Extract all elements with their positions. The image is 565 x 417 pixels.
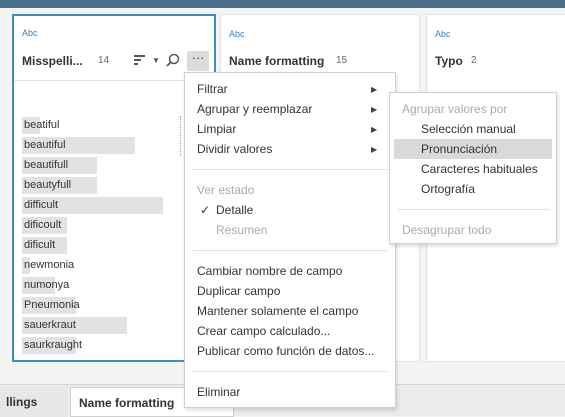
- value-label: difficult: [24, 199, 59, 211]
- value-label: beautifull: [24, 159, 69, 171]
- chevron-down-icon[interactable]: ▼: [152, 54, 160, 68]
- menu-item-detalle[interactable]: Detalle: [185, 200, 253, 220]
- tab-misspellings[interactable]: llings: [0, 387, 68, 417]
- submenu-item-spelling[interactable]: Ortografía: [394, 179, 552, 199]
- menu-item-filtrar[interactable]: Filtrar: [185, 79, 395, 99]
- value-label: dificult: [24, 239, 56, 251]
- menu-divider: [193, 371, 387, 372]
- submenu-arrow-icon: ▶: [371, 105, 378, 114]
- value-label: beautiful: [24, 139, 66, 151]
- submenu-item-pronunciation[interactable]: Pronunciación: [394, 139, 552, 159]
- more-icon[interactable]: ···: [187, 51, 209, 71]
- list-item[interactable]: Pneumonia: [22, 297, 172, 314]
- list-item[interactable]: newmonia: [22, 257, 172, 274]
- value-label: newmonia: [24, 259, 75, 271]
- value-label: numonya: [24, 279, 70, 291]
- sort-icon[interactable]: [134, 54, 146, 69]
- type-tag: Abc: [22, 28, 38, 38]
- group-submenu: Agrupar valores por Selección manual Pro…: [389, 92, 557, 244]
- menu-item-delete[interactable]: Eliminar: [185, 382, 240, 402]
- list-item[interactable]: numonya: [22, 277, 172, 294]
- submenu-arrow-icon: ▶: [371, 145, 378, 154]
- value-label: sauerkraut: [24, 319, 76, 331]
- submenu-item-ungroup: Desagrupar todo: [402, 223, 492, 237]
- type-tag: Abc: [435, 29, 451, 39]
- menu-item-rename[interactable]: Cambiar nombre de campo: [185, 261, 342, 281]
- list-item[interactable]: beautiful: [22, 137, 172, 154]
- list-item[interactable]: beautyfull: [22, 177, 172, 194]
- menu-item-duplicate[interactable]: Duplicar campo: [185, 281, 280, 301]
- list-item[interactable]: dificoult: [22, 217, 172, 234]
- menu-item-limpiar[interactable]: Limpiar: [185, 119, 395, 139]
- menu-item-publish[interactable]: Publicar como función de datos...: [185, 341, 374, 361]
- submenu-header: Agrupar valores por: [402, 102, 508, 116]
- search-icon[interactable]: [166, 53, 180, 70]
- column-title[interactable]: Misspelli...: [22, 54, 83, 68]
- list-item[interactable]: beautifull: [22, 157, 172, 174]
- column-count: 15: [336, 55, 348, 66]
- value-label: beautyfull: [24, 179, 72, 191]
- column-title[interactable]: Typo: [435, 54, 463, 68]
- column-count: 14: [98, 55, 110, 66]
- list-item[interactable]: difficult: [22, 197, 172, 214]
- type-tag: Abc: [229, 29, 245, 39]
- value-label: beatiful: [24, 119, 60, 131]
- context-menu: Filtrar ▶ Agrupar y reemplazar ▶ Limpiar…: [184, 72, 396, 408]
- submenu-item-manual[interactable]: Selección manual: [394, 119, 552, 139]
- top-accent-bar: [0, 0, 565, 8]
- menu-item-resumen: Resumen: [216, 223, 268, 237]
- submenu-arrow-icon: ▶: [371, 125, 378, 134]
- submenu-arrow-icon: ▶: [371, 85, 378, 94]
- value-label: dificoult: [24, 219, 62, 231]
- menu-item-keep-only[interactable]: Mantener solamente el campo: [185, 301, 358, 321]
- value-label: Pneumonia: [24, 299, 80, 311]
- menu-divider: [398, 209, 550, 210]
- list-item[interactable]: dificult: [22, 237, 172, 254]
- menu-divider: [193, 169, 387, 170]
- menu-item-calculated[interactable]: Crear campo calculado...: [185, 321, 330, 341]
- submenu-item-common-chars[interactable]: Caracteres habituales: [394, 159, 552, 179]
- menu-item-agrupar[interactable]: Agrupar y reemplazar: [185, 99, 395, 119]
- value-label: saurkraught: [24, 339, 83, 351]
- list-item[interactable]: sauerkraut: [22, 317, 172, 334]
- column-count: 2: [471, 55, 477, 66]
- menu-divider: [193, 250, 387, 251]
- list-item[interactable]: beatiful: [22, 117, 172, 134]
- list-item[interactable]: saurkraught: [22, 337, 172, 354]
- menu-item-dividir[interactable]: Dividir valores: [185, 139, 395, 159]
- menu-header-ver-estado: Ver estado: [197, 183, 255, 197]
- column-title[interactable]: Name formatting: [229, 54, 324, 68]
